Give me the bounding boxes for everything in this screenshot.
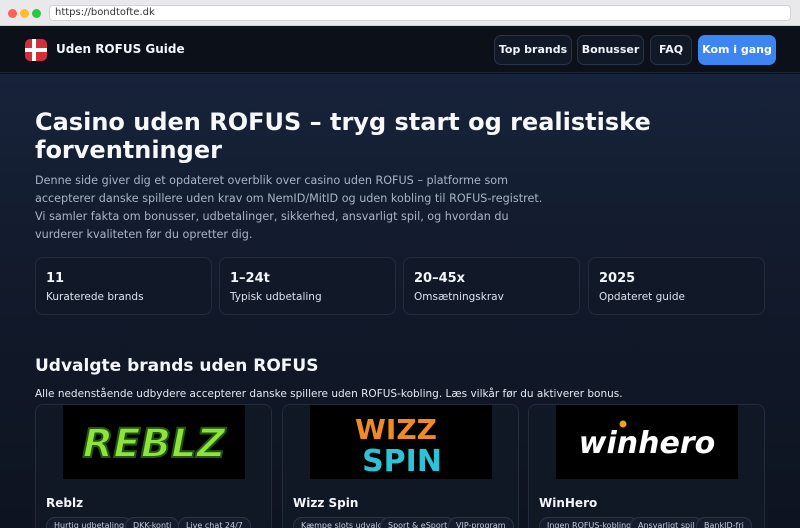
brands-section-subtitle: Alle nedenstående udbydere accepterer da… (35, 388, 623, 400)
brand-card-winhero[interactable]: winhero WinHero Ingen ROFUS-kobling Ansv… (528, 404, 765, 528)
brands-section-title: Udvalgte brands uden ROFUS (35, 356, 319, 376)
maximize-window-dot[interactable] (32, 9, 41, 18)
stat-label: Omsætningskrav (414, 291, 504, 303)
stat-card: 20–45x Omsætningskrav (403, 257, 580, 315)
feature-tag: Hurtig udbetaling (46, 517, 133, 528)
brand-card-wizz-spin[interactable]: WIZZ SPIN Wizz Spin Kæmpe slots udvalg S… (282, 404, 519, 528)
feature-tag: DKK-konti (125, 517, 180, 528)
site-brand[interactable]: Uden ROFUS Guide (56, 42, 185, 56)
stat-value: 11 (46, 271, 65, 286)
stat-label: Opdateret guide (599, 291, 685, 303)
winhero-logo: winhero (556, 405, 738, 479)
stat-value: 1–24t (230, 271, 270, 286)
feature-tag: Sport & eSport (380, 517, 456, 528)
nav-faq[interactable]: FAQ (650, 35, 692, 65)
brand-name[interactable]: Wizz Spin (293, 496, 358, 510)
svg-text:REBLZ: REBLZ (82, 421, 226, 467)
danish-flag-icon (25, 39, 47, 61)
minimize-window-dot[interactable] (20, 9, 29, 18)
svg-text:WIZZ: WIZZ (355, 413, 437, 446)
close-window-dot[interactable] (8, 9, 17, 18)
feature-tag: Kæmpe slots udvalg (293, 517, 391, 528)
browser-chrome: https://bondtofte.dk (0, 0, 800, 26)
stat-card: 11 Kuraterede brands (35, 257, 212, 315)
page-title: Casino uden ROFUS – tryg start og realis… (35, 108, 651, 164)
stat-card: 1–24t Typisk udbetaling (219, 257, 396, 315)
stat-value: 2025 (599, 271, 636, 286)
brand-card-reblz[interactable]: REBLZ Reblz Hurtig udbetaling DKK-konti … (35, 404, 272, 528)
stat-value: 20–45x (414, 271, 466, 286)
address-bar[interactable]: https://bondtofte.dk (49, 5, 791, 21)
brand-name[interactable]: Reblz (46, 496, 83, 510)
feature-tag: VIP-program (448, 517, 514, 528)
wizz-spin-logo: WIZZ SPIN (310, 405, 492, 479)
get-started-button[interactable]: Kom i gang (698, 35, 776, 65)
reblz-logo: REBLZ (63, 405, 245, 479)
feature-tag: Live chat 24/7 (178, 517, 251, 528)
svg-text:winhero: winhero (579, 426, 715, 461)
hero-lead: Denne side giver dig et opdateret overbl… (35, 174, 543, 241)
stat-label: Typisk udbetaling (230, 291, 322, 303)
brand-name[interactable]: WinHero (539, 496, 597, 510)
nav-bonusser[interactable]: Bonusser (577, 35, 644, 65)
stat-card: 2025 Opdateret guide (588, 257, 765, 315)
svg-text:SPIN: SPIN (362, 444, 442, 479)
site-header: Uden ROFUS Guide Top brands Bonusser FAQ… (0, 26, 800, 73)
stat-label: Kuraterede brands (46, 291, 144, 303)
nav-top-brands[interactable]: Top brands (494, 35, 572, 65)
feature-tag: BankID-fri (696, 517, 752, 528)
feature-tag: Ingen ROFUS-kobling (539, 517, 640, 528)
feature-tag: Ansvarligt spil (630, 517, 703, 528)
